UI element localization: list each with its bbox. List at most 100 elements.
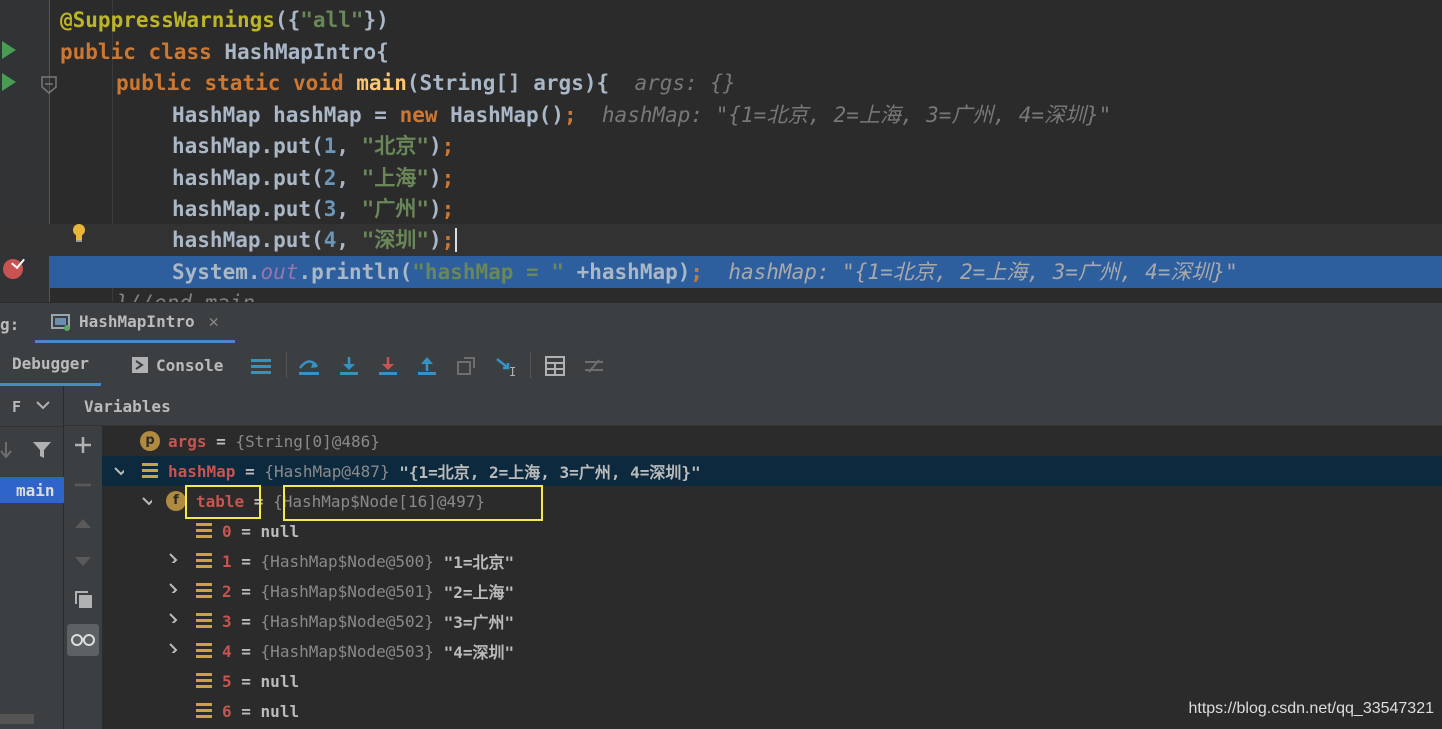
chevron-down-icon[interactable]: [142, 496, 152, 506]
show-watches-toggle[interactable]: [67, 624, 99, 656]
code-text: ,: [336, 197, 362, 221]
code-text: HashMap hashMap =: [172, 103, 400, 127]
array-icon: [196, 703, 212, 719]
array-element-row[interactable]: 1 = {HashMap$Node@500} "1=北京": [102, 546, 1442, 576]
keyword: new: [399, 103, 438, 127]
parameter-icon: p: [140, 431, 160, 451]
code-text: hashMap.put(: [172, 166, 324, 190]
tab-debugger[interactable]: Debugger: [0, 344, 102, 386]
code-line-5: hashMap.put(1, "北京");: [0, 130, 1442, 162]
step-into-icon[interactable]: [338, 355, 360, 377]
array-icon: [142, 463, 158, 479]
code-editor[interactable]: @SuppressWarnings({"all"}) public class …: [0, 0, 1442, 302]
array-icon: [196, 523, 212, 539]
step-out-icon[interactable]: [416, 355, 438, 377]
array-icon: [196, 643, 212, 659]
add-watch-icon[interactable]: [74, 436, 92, 454]
toolbar-separator: [286, 352, 287, 378]
equals-sign: =: [231, 641, 261, 661]
drop-frame-icon[interactable]: [455, 355, 477, 377]
array-element-row[interactable]: 2 = {HashMap$Node@501} "2=上海": [102, 576, 1442, 606]
frame-item-main[interactable]: main: [0, 477, 64, 503]
variable-name: 6: [222, 701, 232, 721]
chevron-right-icon[interactable]: [168, 583, 178, 593]
array-icon: [196, 613, 212, 629]
variable-row-args[interactable]: p args = {String[0]@486}: [102, 426, 1442, 456]
keyword: void: [293, 71, 344, 95]
semicolon: ;: [441, 228, 455, 252]
code-line-8: hashMap.put(4, "深圳");: [0, 224, 1442, 256]
tab-console-label: Console: [156, 355, 224, 375]
array-element-row[interactable]: 0 = null: [102, 516, 1442, 546]
array-element-row[interactable]: 5 = null: [102, 666, 1442, 696]
frames-label: F: [12, 398, 22, 416]
move-up-icon[interactable]: [74, 516, 92, 530]
keyword: public: [60, 40, 136, 64]
lightbulb-icon[interactable]: [72, 224, 86, 242]
copy-icon[interactable]: [74, 590, 94, 610]
equals-sign: =: [231, 581, 261, 601]
keyword: public: [116, 71, 192, 95]
fold-icon[interactable]: [40, 75, 58, 95]
semicolon: ;: [690, 260, 704, 284]
inline-debug-hint: args: {}: [634, 71, 736, 95]
variable-value-spacer: [434, 582, 444, 601]
variable-value-spacer: [390, 462, 400, 481]
remove-watch-icon[interactable]: [74, 476, 92, 494]
chevron-down-icon[interactable]: [36, 400, 50, 410]
move-down-icon[interactable]: [74, 554, 92, 568]
equals-sign: =: [231, 701, 261, 721]
array-element-row[interactable]: 3 = {HashMap$Node@502} "3=广州": [102, 606, 1442, 636]
code-text: +hashMap): [563, 260, 691, 284]
debug-session-tab[interactable]: HashMapIntro ✕: [35, 303, 235, 343]
variables-label: Variables: [84, 397, 171, 416]
breakpoint-icon[interactable]: [3, 259, 23, 279]
force-step-into-icon[interactable]: [377, 355, 399, 377]
code-text: hashMap.put(: [172, 228, 324, 252]
variable-name: 3: [222, 611, 232, 631]
equals-sign: =: [231, 551, 261, 571]
method-name: main: [356, 71, 407, 95]
array-icon: [196, 553, 212, 569]
code-text: ): [428, 228, 442, 252]
close-icon[interactable]: ✕: [209, 312, 219, 332]
chevron-down-icon[interactable]: [114, 466, 124, 476]
arrow-down-icon[interactable]: [0, 440, 12, 460]
variable-type: {HashMap$Node@503}: [260, 641, 434, 661]
variable-value-spacer: [434, 642, 444, 661]
static-field: out: [260, 260, 299, 284]
code-text: .println(: [298, 260, 413, 284]
watermark: https://blog.csdn.net/qq_33547321: [1188, 700, 1434, 717]
variables-header: Variables: [64, 386, 1442, 426]
console-icon: [132, 357, 148, 373]
number-literal: 2: [323, 166, 337, 190]
layout-menu-icon[interactable]: [250, 355, 272, 377]
evaluate-expression-icon[interactable]: [544, 355, 566, 377]
trace-stream-icon[interactable]: [583, 355, 605, 377]
svg-text:I: I: [509, 365, 516, 377]
chevron-right-icon[interactable]: [168, 643, 178, 653]
filter-icon[interactable]: [32, 440, 52, 460]
variable-name: args: [168, 431, 207, 451]
run-to-cursor-icon[interactable]: I: [495, 355, 517, 377]
equals-sign: =: [231, 611, 261, 631]
code-text: hashMap.put(: [172, 197, 324, 221]
step-over-icon[interactable]: [298, 355, 320, 377]
code-line-3: public static void main(String[] args){ …: [0, 67, 1442, 99]
code-text: ): [428, 166, 442, 190]
code-text: ): [428, 134, 442, 158]
semicolon: ;: [441, 166, 455, 190]
chevron-right-icon[interactable]: [168, 613, 178, 623]
toolbar-separator: [530, 352, 531, 378]
variable-row-hashmap[interactable]: hashMap = {HashMap@487} "{1=北京, 2=上海, 3=…: [102, 456, 1442, 486]
text-cursor: [455, 228, 458, 252]
variable-type: {String[0]@486}: [235, 431, 380, 451]
chevron-right-icon[interactable]: [168, 553, 178, 563]
code-text: ,: [336, 166, 362, 190]
array-element-row[interactable]: 4 = {HashMap$Node@503} "4=深圳": [102, 636, 1442, 666]
tab-console[interactable]: Console: [120, 344, 235, 386]
session-tab-label: HashMapIntro: [79, 312, 195, 331]
horizontal-scrollbar[interactable]: [0, 714, 34, 724]
code-text: HashMap(): [437, 103, 564, 127]
array-icon: [196, 583, 212, 599]
